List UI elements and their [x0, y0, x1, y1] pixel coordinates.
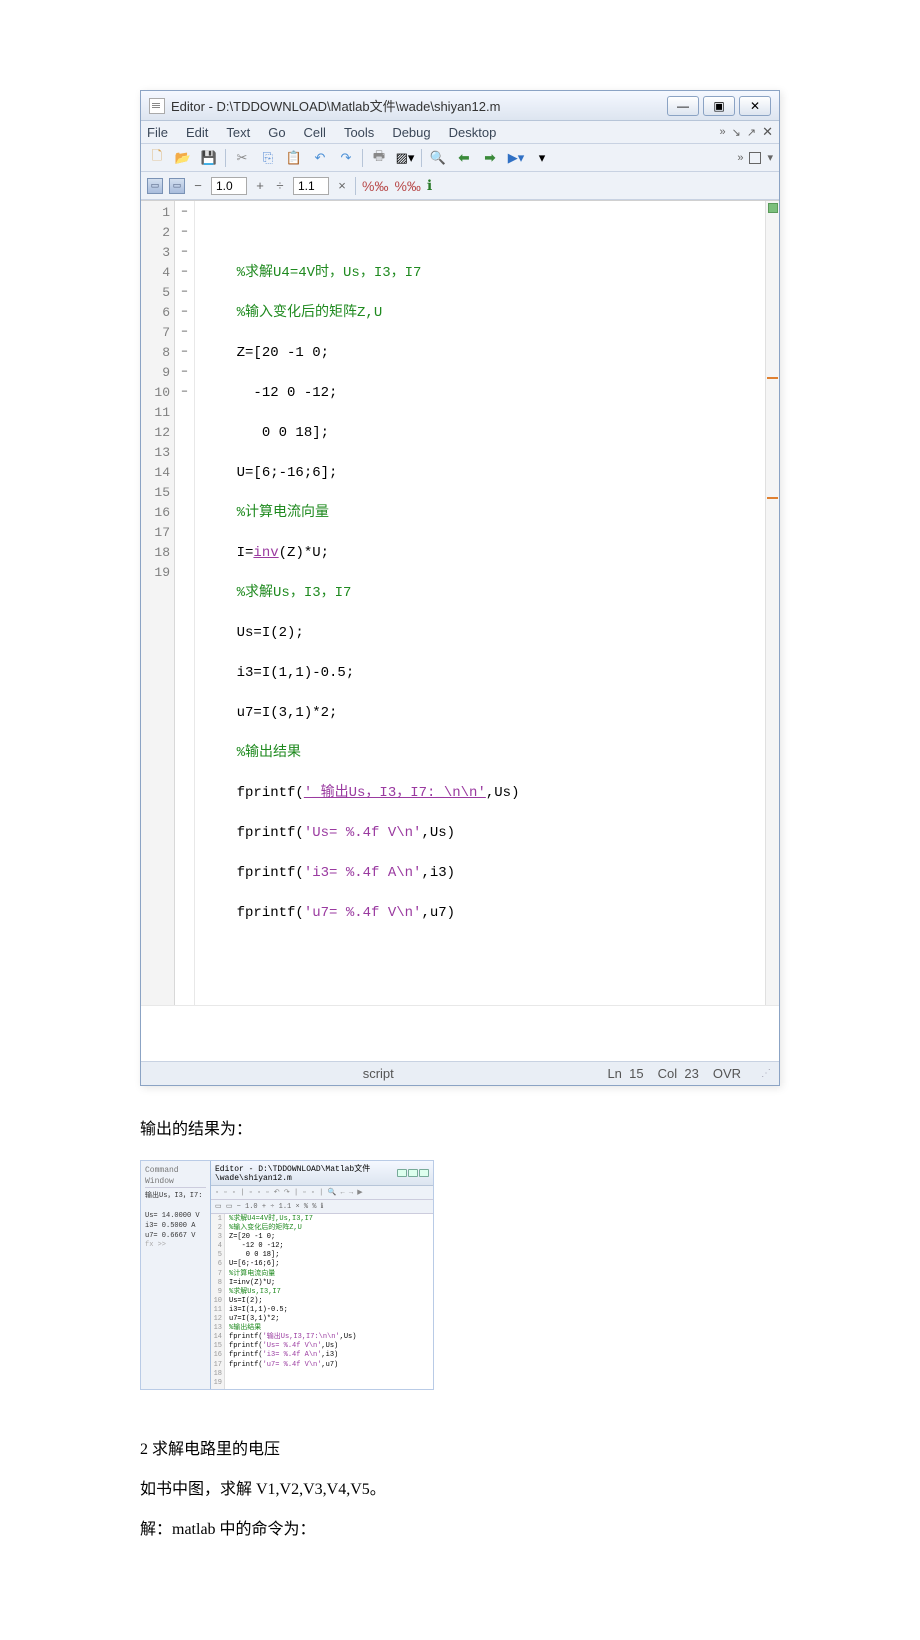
thumb-max-icon	[408, 1169, 418, 1177]
editor-window: Editor - D:\TDDOWNLOAD\Matlab文件\wade\shi…	[140, 90, 780, 1086]
undo-icon[interactable]: ↶	[310, 148, 330, 168]
close-button[interactable]: ✕	[739, 96, 771, 116]
toolbar-arrow-icon[interactable]: ▾	[767, 151, 773, 164]
multiply-icon[interactable]: ×	[335, 178, 349, 193]
redo-icon[interactable]: ↷	[336, 148, 356, 168]
menu-edit[interactable]: Edit	[186, 125, 208, 140]
code-editor[interactable]: 1 2 3 4 5 6 7 8 9 10 11 12 13 14 15 16 1…	[141, 200, 779, 1005]
warning-marker-icon[interactable]	[767, 377, 778, 379]
window-controls: — ▣ ✕	[667, 96, 771, 116]
eval-cell-icon[interactable]: %‰	[362, 178, 388, 194]
thumb-command-window: Command Window 输出Us，I3，I7: Us= 14.0000 V…	[141, 1161, 211, 1389]
editor-blank	[141, 1005, 779, 1061]
pane-close-icon[interactable]: ✕	[762, 124, 773, 140]
menu-tools[interactable]: Tools	[344, 125, 374, 140]
menu-bar: File Edit Text Go Cell Tools Debug Deskt…	[141, 121, 779, 144]
doc-result-label: 输出的结果为：	[140, 1110, 780, 1150]
toolbar-more[interactable]: »	[737, 152, 743, 164]
divide-icon[interactable]: ÷	[273, 178, 287, 193]
separator	[362, 149, 363, 167]
thumb-min-icon	[397, 1169, 407, 1177]
cell-increment-input[interactable]: 1.1	[293, 177, 329, 195]
insert-mode[interactable]: OVR	[713, 1066, 741, 1081]
menu-desktop[interactable]: Desktop	[449, 125, 497, 140]
menu-go[interactable]: Go	[268, 125, 285, 140]
save-icon[interactable]: 💾	[199, 148, 219, 168]
help-icon[interactable]: ℹ	[427, 177, 432, 194]
menu-file[interactable]: File	[147, 125, 168, 140]
toolbar-main: 🗋 📂 💾 ✂ ⎘ 📋 ↶ ↷ 🖶 ▨▾ 🔍 ⬅ ➡ ▶▾ ▾ » ▾	[141, 144, 779, 172]
app-icon	[149, 98, 165, 114]
copy-icon[interactable]: ⎘	[258, 148, 278, 168]
toolbar-cell: ▭ ▭ − 1.0 + ÷ 1.1 × %‰ %‰ ℹ	[141, 172, 779, 200]
dock-arrow-icon[interactable]: ↘	[732, 126, 741, 139]
back-icon[interactable]: ⬅	[454, 148, 474, 168]
separator	[355, 177, 356, 195]
fold-gutter[interactable]: – – – – – – – – – –	[175, 201, 195, 1005]
status-ok-icon	[768, 203, 778, 213]
comment-icon[interactable]: ▨▾	[395, 148, 415, 168]
title-bar: Editor - D:\TDDOWNLOAD\Matlab文件\wade\shi…	[141, 91, 779, 121]
resize-grip-icon[interactable]: ⋰	[761, 1068, 771, 1079]
plus-icon[interactable]: +	[253, 178, 267, 193]
print-icon[interactable]: 🖶	[369, 148, 389, 168]
doc-section2-sol: 解：matlab 中的命令为：	[140, 1510, 780, 1550]
menu-debug[interactable]: Debug	[392, 125, 430, 140]
menu-more[interactable]: »	[720, 126, 726, 138]
separator	[225, 149, 226, 167]
find-icon[interactable]: 🔍	[428, 148, 448, 168]
thumb-editor: Editor - D:\TDDOWNLOAD\Matlab文件\wade\shi…	[211, 1161, 433, 1389]
cut-icon[interactable]: ✂	[232, 148, 252, 168]
menu-text[interactable]: Text	[226, 125, 250, 140]
separator	[421, 149, 422, 167]
doc-section2-desc: 如书中图，求解 V1,V2,V3,V4,V5。	[140, 1470, 780, 1510]
cell-insert-above-icon[interactable]: ▭	[147, 178, 163, 194]
eval-advance-icon[interactable]: %‰	[394, 178, 420, 194]
open-file-icon[interactable]: 📂	[173, 148, 193, 168]
cell-insert-below-icon[interactable]: ▭	[169, 178, 185, 194]
maximize-button[interactable]: ▣	[703, 96, 735, 116]
minimize-button[interactable]: —	[667, 96, 699, 116]
window-title: Editor - D:\TDDOWNLOAD\Matlab文件\wade\shi…	[171, 96, 667, 115]
code-content[interactable]: %求解U4=4V时，Us，I3，I7 %输入变化后的矩阵Z,U Z=[20 -1…	[195, 201, 765, 1005]
toggle-box-icon[interactable]	[749, 152, 761, 164]
run-icon[interactable]: ▶▾	[506, 148, 526, 168]
status-bar: script Ln 15 Col 23 OVR ⋰	[141, 1061, 779, 1085]
thumbnail-screenshot: Command Window 输出Us，I3，I7: Us= 14.0000 V…	[140, 1160, 434, 1390]
forward-icon[interactable]: ➡	[480, 148, 500, 168]
new-file-icon[interactable]: 🗋	[147, 148, 167, 168]
thumb-close-icon	[419, 1169, 429, 1177]
file-type-label: script	[149, 1066, 607, 1081]
undock-icon[interactable]: ↗	[747, 126, 756, 139]
cell-factor-input[interactable]: 1.0	[211, 177, 247, 195]
paste-icon[interactable]: 📋	[284, 148, 304, 168]
menu-cell[interactable]: Cell	[304, 125, 326, 140]
toolbar-dropdown-icon[interactable]: ▾	[532, 148, 552, 168]
line-number-gutter: 1 2 3 4 5 6 7 8 9 10 11 12 13 14 15 16 1…	[141, 201, 175, 1005]
warning-marker-icon[interactable]	[767, 497, 778, 499]
doc-section2: 2 求解电路里的电压	[140, 1430, 780, 1470]
message-bar[interactable]	[765, 201, 779, 1005]
minus-icon[interactable]: −	[191, 178, 205, 193]
